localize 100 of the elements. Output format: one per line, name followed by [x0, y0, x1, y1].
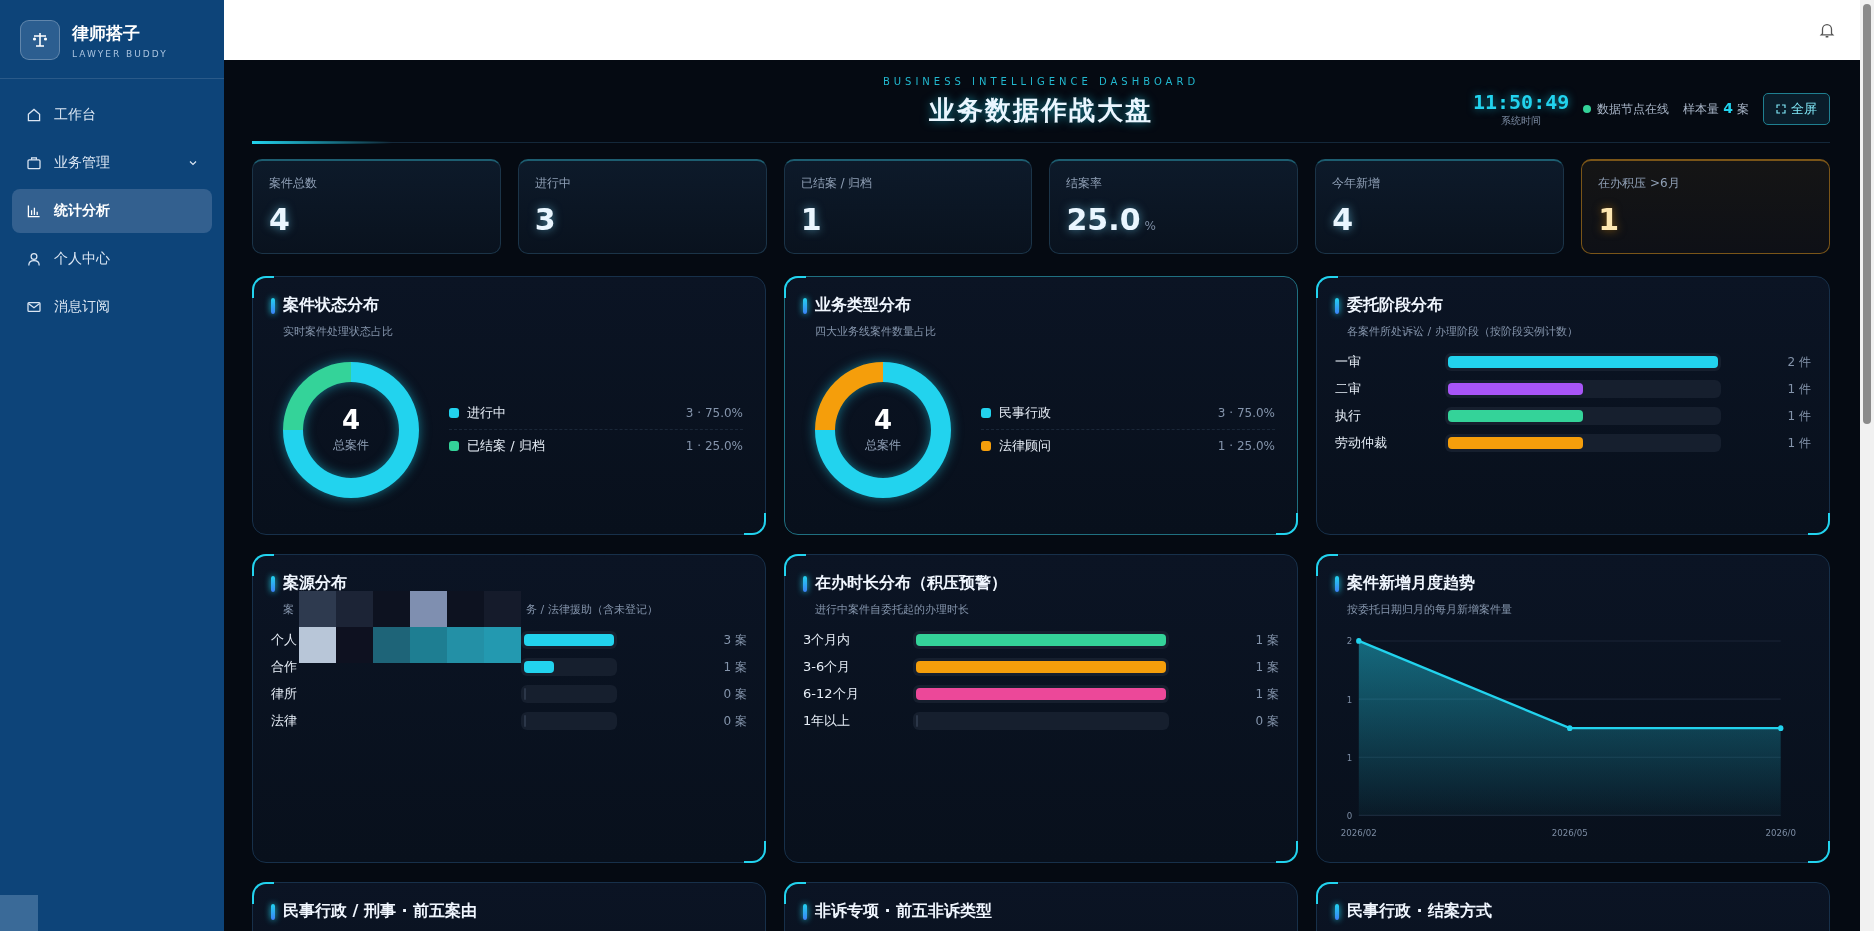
bar-label: 执行 — [1335, 407, 1362, 425]
chart-icon — [26, 203, 42, 219]
bar-value: 0 案 — [1254, 712, 1279, 730]
nav-item[interactable]: 个人中心 — [12, 237, 212, 281]
x-tick-label: 2026/0 — [1765, 828, 1796, 839]
nav-item[interactable]: 工作台 — [12, 93, 212, 137]
briefcase-icon — [26, 155, 42, 171]
kpi-label: 结案率 — [1066, 175, 1104, 192]
sample-value: 4 — [1723, 100, 1733, 116]
x-tick-label: 2026/02 — [1340, 828, 1377, 839]
corner-accent — [252, 554, 274, 576]
dashboard-title: 业务数据作战大盘 — [929, 94, 1153, 127]
corner-accent — [1316, 882, 1338, 904]
expand-icon — [1776, 104, 1786, 114]
corner-accent — [1276, 841, 1298, 863]
bar-label: 3-6个月 — [803, 658, 852, 676]
bar-value: 0 案 — [722, 685, 747, 703]
panel-title: 民事行政 · 结案方式 — [1347, 901, 1493, 922]
legend-label: 已结案 / 归档 — [467, 437, 546, 455]
bar-label: 二审 — [1335, 380, 1362, 398]
title-accent — [1335, 297, 1339, 314]
corner-accent — [784, 882, 806, 904]
y-tick-label: 2 — [1346, 636, 1353, 647]
bar-value: 1 案 — [1254, 685, 1279, 703]
title-accent — [803, 903, 807, 920]
sample-unit: 案 — [1737, 101, 1749, 118]
total-label: 总案件 — [333, 437, 369, 454]
notification-icon[interactable] — [1818, 21, 1836, 39]
panel-title: 业务类型分布 — [815, 295, 911, 316]
title-accent — [803, 297, 807, 314]
legend-value: 1 · 25.0% — [1217, 439, 1275, 453]
nav-item[interactable]: 统计分析 — [12, 189, 212, 233]
kpi-value: 25.0 — [1066, 202, 1141, 237]
kpi-value: 1 — [800, 202, 822, 237]
panel-subtitle: 实时案件处理状态占比 — [283, 324, 393, 339]
corner-block — [0, 895, 38, 931]
mail-icon — [26, 299, 42, 315]
panel-title: 案源分布 — [283, 573, 347, 594]
bar-label: 3个月内 — [803, 631, 852, 649]
legend-value: 1 · 25.0% — [685, 439, 743, 453]
title-accent — [271, 575, 275, 592]
bar-value: 2 件 — [1786, 353, 1811, 371]
nav-item[interactable]: 业务管理 — [12, 141, 212, 185]
fullscreen-button[interactable]: 全屏 — [1763, 93, 1830, 125]
total-count: 4 — [341, 405, 361, 435]
panel-subtitle: 各案件所处诉讼 / 办理阶段（按阶段实例计数） — [1347, 324, 1578, 339]
title-accent — [1335, 903, 1339, 920]
y-tick-label: 1 — [1346, 694, 1353, 705]
home-icon — [26, 107, 42, 123]
bar-label: 律所 — [271, 685, 298, 703]
panel-title: 案件状态分布 — [283, 295, 379, 316]
bar-value: 0 案 — [722, 712, 747, 730]
corner-accent — [1276, 513, 1298, 535]
dashboard-eyebrow: BUSINESS INTELLIGENCE DASHBOARD — [882, 76, 1200, 87]
corner-accent — [1808, 841, 1830, 863]
corner-accent — [1316, 554, 1338, 576]
panel-subtitle: 务 / 法律援助（含未登记） — [526, 602, 658, 617]
bar-label: 6-12个月 — [803, 685, 860, 703]
kpi-label: 已结案 / 归档 — [800, 175, 874, 192]
panel-title: 委托阶段分布 — [1347, 295, 1443, 316]
bar-label: 法律 — [271, 712, 298, 730]
corner-accent — [1808, 513, 1830, 535]
title-accent — [271, 297, 275, 314]
kpi-label: 进行中 — [534, 175, 572, 192]
title-accent — [1335, 575, 1339, 592]
bar-label: 1年以上 — [803, 712, 852, 730]
y-tick-label: 0 — [1346, 810, 1353, 821]
panel-title: 非诉专项 · 前五非诉类型 — [815, 901, 993, 922]
bar-value: 3 案 — [722, 631, 747, 649]
corner-accent — [1316, 276, 1338, 298]
nav-item[interactable]: 消息订阅 — [12, 285, 212, 329]
x-tick-label: 2026/05 — [1551, 828, 1588, 839]
panel-title: 民事行政 / 刑事 · 前五案由 — [283, 901, 478, 922]
kpi-value: 4 — [269, 202, 290, 237]
panel-subtitle: 案 — [283, 602, 294, 617]
total-count: 4 — [873, 405, 893, 435]
status-text: 数据节点在线 — [1597, 100, 1670, 118]
sample-label: 样本量 — [1683, 101, 1720, 118]
corner-accent — [252, 882, 274, 904]
corner-accent — [784, 554, 806, 576]
total-label: 总案件 — [865, 437, 901, 454]
bar-value: 1 件 — [1786, 380, 1811, 398]
brand-name: 律师搭子 — [72, 21, 141, 45]
kpi-label: 今年新增 — [1332, 175, 1382, 192]
bar-value: 1 件 — [1786, 434, 1811, 452]
scales-icon — [20, 20, 60, 60]
corner-accent — [784, 276, 806, 298]
kpi-value: 3 — [534, 202, 556, 237]
scrollbar[interactable] — [1860, 0, 1874, 931]
bar-value: 1 案 — [722, 658, 747, 676]
legend-label: 法律顾问 — [999, 437, 1052, 455]
corner-accent — [744, 513, 766, 535]
kpi-label: 在办积压 >6月 — [1598, 175, 1681, 192]
kpi-label: 案件总数 — [269, 175, 318, 192]
clock-label: 系统时间 — [1501, 114, 1542, 128]
title-accent — [803, 575, 807, 592]
panel-title: 案件新增月度趋势 — [1347, 573, 1475, 594]
bar-label: 劳动仲裁 — [1335, 434, 1388, 452]
bar-label: 合作 — [271, 658, 298, 676]
legend-label: 进行中 — [467, 404, 507, 422]
